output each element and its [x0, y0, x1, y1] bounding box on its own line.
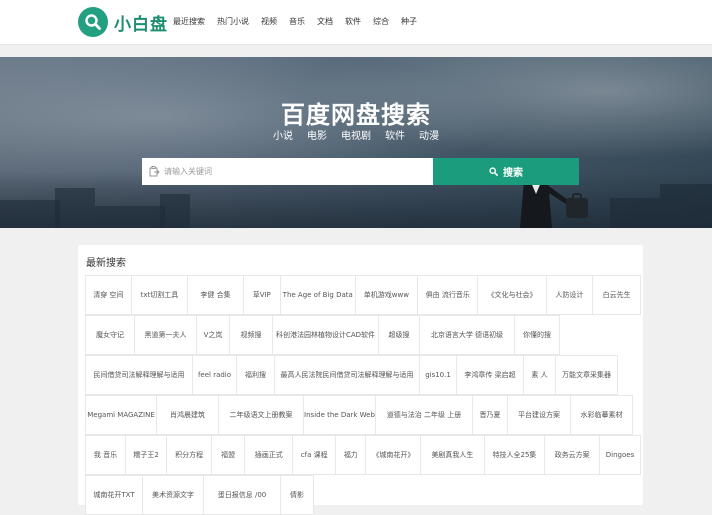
recent-search-tag[interactable]: 俱由 流行音乐	[417, 275, 479, 315]
nav-item[interactable]: 视频	[261, 16, 277, 28]
recent-search-tag[interactable]: 美术资源文字	[142, 475, 204, 515]
recent-search-tag[interactable]: 超级搜	[378, 315, 420, 355]
recent-search-tag[interactable]: 素 人	[523, 355, 556, 395]
panel-title: 最新搜索	[86, 258, 126, 269]
recent-search-tag[interactable]: 你懂的搜	[514, 315, 560, 355]
nav-item[interactable]: 文档	[317, 16, 333, 28]
recent-search-tag[interactable]: 平台建设方案	[507, 395, 571, 435]
recent-search-tag[interactable]: cfa 课程	[292, 435, 337, 475]
recent-search-tag[interactable]: 二年级语文上册教案	[218, 395, 304, 435]
search-bar: 搜索	[142, 158, 579, 185]
search-input[interactable]	[164, 158, 429, 185]
recent-search-tag[interactable]: 插画正式	[244, 435, 294, 475]
hero-category-link[interactable]: 电视剧	[341, 127, 371, 142]
recent-search-tag[interactable]: 福力	[335, 435, 367, 475]
logo-text: 小白盘	[114, 14, 168, 35]
hero-categories: 小说 电影 电视剧 软件 动漫	[0, 127, 712, 142]
nav-item[interactable]: 热门小说	[217, 16, 249, 28]
recent-search-tag[interactable]: 李鸿章传 梁启超	[456, 355, 524, 395]
recent-search-tag[interactable]: 城南花开TXT	[85, 475, 143, 515]
recent-search-tag[interactable]: 肖鸿晨建筑	[156, 395, 219, 435]
hero-category-link[interactable]: 电影	[307, 127, 327, 142]
recent-search-tag[interactable]: Inside the Dark Web	[303, 395, 376, 435]
recent-search-tag[interactable]: 《文化与社会》	[477, 275, 547, 315]
recent-search-tag[interactable]: 积分方程	[166, 435, 213, 475]
recent-search-tag[interactable]: txt切割工具	[130, 275, 189, 315]
recent-search-tag[interactable]: feel radio	[192, 355, 237, 395]
recent-search-tag[interactable]: 清穿 空间	[85, 275, 132, 315]
magnifier-logo-icon	[78, 7, 108, 37]
recent-search-tag[interactable]: gis10.1	[419, 355, 457, 395]
search-box	[142, 158, 433, 185]
nav-item[interactable]: 最近搜索	[173, 16, 205, 28]
tag-row: 清穿 空间 txt切割工具 李健 合集 草VIP The Age of Big Data…	[85, 275, 641, 315]
tag-row: 魔女守记 黑道第一夫人 V之岚 视频搜 科创港法园林植物设计CAD软件 超级搜 北京语言大学…	[85, 315, 640, 355]
nav-item[interactable]: 综合	[373, 16, 389, 28]
nav-item[interactable]: 软件	[345, 16, 361, 28]
tag-row: 我 音乐 糯子王2 积分方程 福盟 插画正式 cfa 课程 福力 《城南花开》 美剧真我人生 特技…	[85, 435, 642, 475]
recent-search-tag[interactable]: 李健 合集	[187, 275, 244, 315]
recent-search-tag[interactable]: The Age of Big Data	[279, 275, 356, 315]
recent-search-tag[interactable]: 万能文章采集器	[555, 355, 618, 395]
search-icon	[489, 167, 498, 176]
recent-search-tag[interactable]: 我 音乐	[85, 435, 127, 475]
recent-search-tag[interactable]: 黑道第一夫人	[134, 315, 197, 355]
recent-search-tag[interactable]: 倩影	[280, 475, 314, 515]
recent-search-tag[interactable]: 晋乃夏	[472, 395, 508, 435]
hero-category-link[interactable]: 动漫	[419, 127, 439, 142]
site-logo[interactable]: 小白盘	[78, 7, 168, 37]
hero-category-link[interactable]: 软件	[385, 127, 405, 142]
recent-search-tag[interactable]: Dingoes	[598, 435, 642, 475]
recent-search-tag[interactable]: 白云先生	[592, 275, 641, 315]
tag-row: Megami MAGAZINE 肖鸿晨建筑 二年级语文上册教案 Inside the …	[85, 395, 640, 435]
tag-row: 民间借贷司法解释理解与适用 feel radio 福利搜 最高人民法院民间借贷司法解释…	[85, 355, 640, 395]
recent-search-tag[interactable]: V之岚	[196, 315, 230, 355]
recent-search-tag[interactable]: 《城南花开》	[365, 435, 422, 475]
hero-title: 百度网盘搜索	[281, 101, 431, 129]
search-button-label: 搜索	[503, 168, 523, 179]
top-bar: 小白盘 最近搜索 热门小说 视频 音乐 文档 软件 综合 种子	[0, 0, 712, 45]
nav-item[interactable]: 种子	[401, 16, 417, 28]
recent-search-tag[interactable]: 单机游戏www	[354, 275, 419, 315]
recent-search-tag[interactable]: 水彩临摹素材	[570, 395, 633, 435]
recent-search-tag[interactable]: 草VIP	[242, 275, 281, 315]
hero-banner: 百度网盘搜索 小说电影电视剧软件动漫 搜索	[0, 57, 712, 228]
recent-search-tag[interactable]: 人防设计	[545, 275, 594, 315]
recent-search-tags: 清穿 空间 txt切割工具 李健 合集 草VIP The Age of Big Data…	[85, 275, 642, 515]
recent-search-tag[interactable]: 最高人民法院民间借贷司法解释理解与适用	[274, 355, 420, 395]
recent-search-tag[interactable]: 糯子王2	[125, 435, 168, 475]
clipboard-icon[interactable]	[149, 166, 160, 177]
recent-searches-panel: 最新搜索 清穿 空间 txt切割工具 李健 合集 草VIP The Age of Big…	[78, 245, 643, 515]
recent-search-tag[interactable]: 政务云方案	[544, 435, 600, 475]
recent-search-tag[interactable]: 科创港法园林植物设计CAD软件	[272, 315, 379, 355]
recent-search-tag[interactable]: 福利搜	[236, 355, 275, 395]
recent-search-tag[interactable]: 北京语言大学 德语初级	[419, 315, 515, 355]
hero-category-link[interactable]: 小说	[273, 127, 293, 142]
recent-search-tag[interactable]: 魔女守记	[85, 315, 135, 355]
recent-search-tag[interactable]: 蛋日报信息 /00	[203, 475, 281, 515]
nav-item[interactable]: 音乐	[289, 16, 305, 28]
main-nav: 最近搜索 热门小说 视频 音乐 文档 软件 综合 种子	[173, 16, 429, 28]
recent-search-tag[interactable]: 特技人全25集	[483, 435, 546, 475]
recent-search-tag[interactable]: 视频搜	[229, 315, 273, 355]
recent-search-tag[interactable]: 福盟	[211, 435, 246, 475]
tag-row: 城南花开TXT 美术资源文字 蛋日报信息 /00 倩影	[85, 475, 640, 515]
recent-search-tag[interactable]: 道德与法治 二年级 上册	[375, 395, 473, 435]
recent-search-tag[interactable]: 美剧真我人生	[420, 435, 485, 475]
recent-search-tag[interactable]: 民间借贷司法解释理解与适用	[85, 355, 193, 395]
recent-search-tag[interactable]: Megami MAGAZINE	[85, 395, 157, 435]
search-button[interactable]: 搜索	[433, 158, 579, 185]
